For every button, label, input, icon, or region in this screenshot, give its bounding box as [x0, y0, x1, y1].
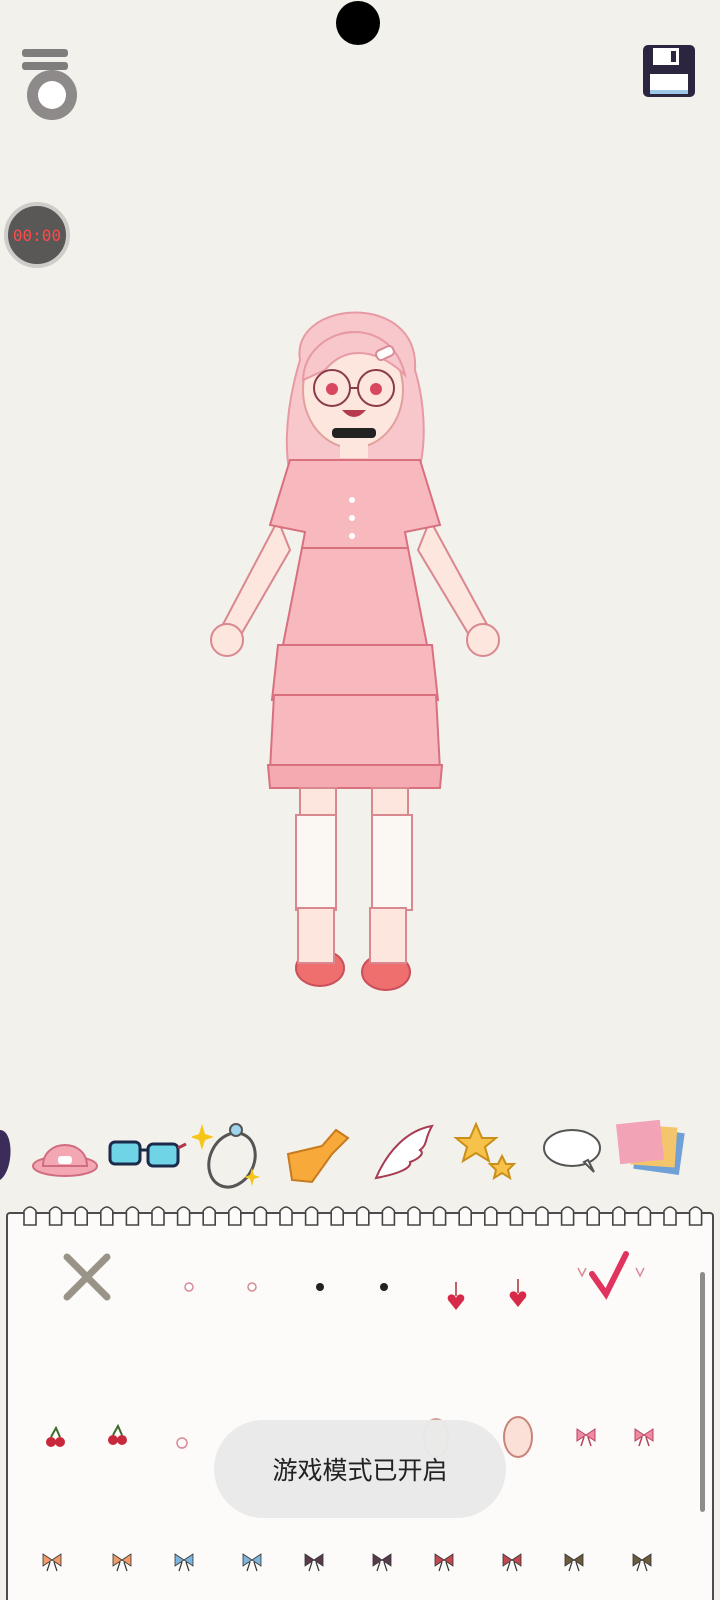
hat-icon: [32, 1144, 98, 1177]
item-earring-heart-2[interactable]: [486, 1262, 550, 1326]
bow-icon: [564, 1553, 584, 1572]
item-earring-cherry[interactable]: [24, 1405, 88, 1469]
heart-drop-icon: [447, 1282, 465, 1310]
category-glasses[interactable]: [108, 1120, 187, 1196]
glasses-icon: [108, 1140, 187, 1168]
item-earring-heart[interactable]: [424, 1265, 488, 1329]
heart-drop-icon: [509, 1279, 527, 1307]
category-background[interactable]: [614, 1119, 688, 1196]
camera-cutout: [336, 1, 380, 45]
bow-icon: [42, 1553, 62, 1572]
bow-icon: [632, 1553, 652, 1572]
item-earring-bow-7[interactable]: [412, 1530, 476, 1594]
menu-button[interactable]: [18, 45, 88, 125]
item-earring-pink-bow-2[interactable]: [612, 1405, 676, 1469]
item-earring-ring-small[interactable]: [150, 1410, 214, 1474]
character-avatar: [190, 300, 530, 1020]
egg-icon: [503, 1416, 533, 1458]
item-earring-bow-3[interactable]: [152, 1530, 216, 1594]
bow-icon: [174, 1553, 194, 1572]
item-earring-pink[interactable]: [220, 1255, 284, 1319]
pink-stud-icon: [184, 1282, 194, 1292]
bow-icon: [304, 1553, 324, 1572]
toast-text: 游戏模式已开启: [272, 1456, 448, 1485]
small-ring-icon: [176, 1437, 188, 1449]
background-cards-icon: [616, 1119, 685, 1175]
item-none-button[interactable]: [52, 1242, 122, 1312]
category-ring[interactable]: [190, 1120, 266, 1196]
hamburger-menu-icon: [22, 49, 77, 120]
cherry-icon: [108, 1424, 127, 1445]
bow-icon: [434, 1553, 454, 1572]
panel-scrollbar[interactable]: [700, 1272, 705, 1512]
floppy-disk-icon: [643, 45, 695, 97]
save-button[interactable]: [640, 42, 698, 100]
item-earring-bow-5[interactable]: [282, 1530, 346, 1594]
black-stud-icon: [380, 1283, 388, 1291]
item-earring-bow-6[interactable]: [350, 1530, 414, 1594]
bow-icon: [372, 1553, 392, 1572]
wings-icon: [374, 1124, 434, 1180]
black-stud-icon: [316, 1283, 324, 1291]
selected-check-icon: [577, 1251, 645, 1300]
speech-bubble-icon: [543, 1129, 601, 1173]
category-stars[interactable]: [450, 1120, 524, 1196]
category-speech-bubble[interactable]: [536, 1120, 610, 1196]
scarf-icon: [286, 1128, 350, 1184]
item-earring-pink-small[interactable]: [157, 1255, 221, 1319]
item-earring-black[interactable]: [352, 1255, 416, 1319]
cherry-icon: [46, 1426, 65, 1447]
ring-icon: [190, 1123, 260, 1189]
stars-icon: [453, 1121, 517, 1181]
item-earring-pink-bow[interactable]: [554, 1405, 618, 1469]
item-earring-bow-2[interactable]: [90, 1530, 154, 1594]
item-earring-bow-10[interactable]: [610, 1530, 674, 1594]
category-scarf[interactable]: [282, 1120, 356, 1196]
toast-message: 游戏模式已开启: [214, 1420, 506, 1518]
bow-icon: [112, 1553, 132, 1572]
bow-icon: [634, 1428, 654, 1447]
category-hat[interactable]: [28, 1120, 102, 1196]
close-x-icon: [63, 1253, 111, 1301]
category-bar: [0, 1119, 720, 1200]
item-earring-cherry-2[interactable]: [86, 1403, 150, 1467]
item-earring-selected[interactable]: [570, 1250, 654, 1310]
category-wings[interactable]: [368, 1120, 442, 1196]
item-earring-bow-1[interactable]: [20, 1530, 84, 1594]
pink-stud-icon: [247, 1282, 257, 1292]
bow-icon: [502, 1553, 522, 1572]
item-earring-black-small[interactable]: [288, 1255, 352, 1319]
item-earring-bow-8[interactable]: [480, 1530, 544, 1594]
record-timer-button[interactable]: 00:00: [4, 202, 70, 268]
item-earring-bow-4[interactable]: [220, 1530, 284, 1594]
record-timer-label: 00:00: [12, 225, 62, 245]
bow-icon: [576, 1428, 596, 1447]
notebook-binder-rings: [18, 1203, 708, 1229]
bow-icon: [242, 1553, 262, 1572]
item-earring-bow-9[interactable]: [542, 1530, 606, 1594]
